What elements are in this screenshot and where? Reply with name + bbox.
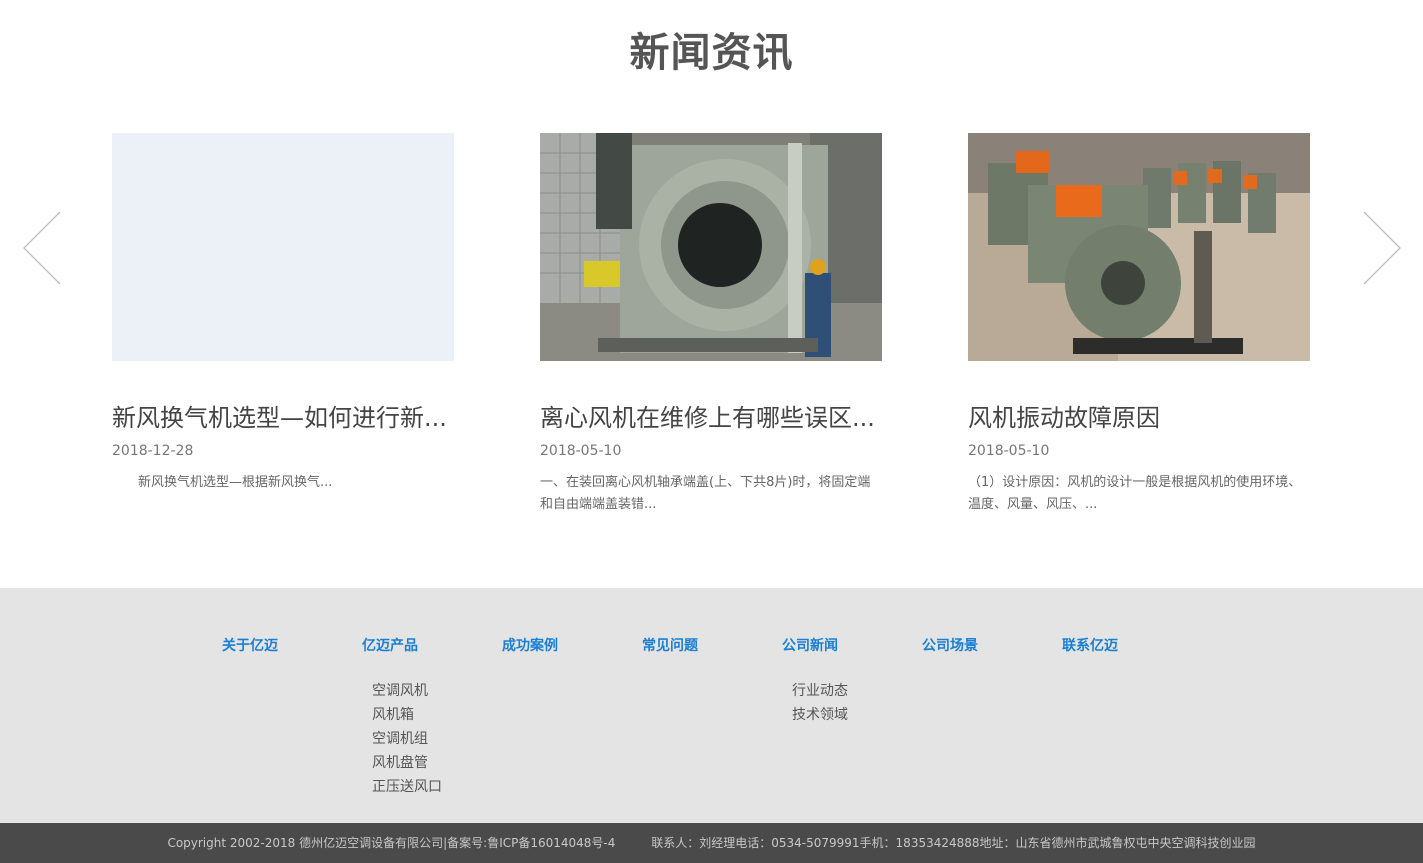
footer-subnav-item[interactable]: 风机箱 xyxy=(362,703,502,727)
copyright-bar: Copyright 2002-2018 德州亿迈空调设备有限公司|备案号:鲁IC… xyxy=(0,823,1423,863)
footer-nav-column: 公司新闻 行业动态 技术领域 xyxy=(782,636,922,727)
news-section: 新闻资讯 新风换气机选型—如何进行新... 2018-12-28 新风换气机选型… xyxy=(0,0,1423,588)
news-title[interactable]: 新风换气机选型—如何进行新... xyxy=(112,403,454,433)
footer-subnav-item[interactable]: 行业动态 xyxy=(782,679,922,703)
footer-nav-about[interactable]: 关于亿迈 xyxy=(222,636,362,656)
footer-nav-column: 成功案例 xyxy=(502,636,642,679)
footer-nav-column: 关于亿迈 xyxy=(222,636,362,679)
news-card: 风机振动故障原因 2018-05-10 （1）设计原因：风机的设计一般是根据风机… xyxy=(968,133,1310,516)
footer-subnav-item[interactable]: 风机盘管 xyxy=(362,751,502,775)
footer-nav-faq[interactable]: 常见问题 xyxy=(642,636,782,656)
section-title: 新闻资讯 xyxy=(629,30,794,76)
news-thumbnail-fan-photo[interactable] xyxy=(968,133,1310,361)
footer-nav-company-news[interactable]: 公司新闻 xyxy=(782,636,922,656)
news-date: 2018-05-10 xyxy=(968,443,1050,459)
news-thumbnail-placeholder[interactable] xyxy=(112,133,454,361)
footer-subnav-item[interactable]: 空调机组 xyxy=(362,727,502,751)
copyright-text: Copyright 2002-2018 德州亿迈空调设备有限公司|备案号:鲁IC… xyxy=(167,836,616,850)
news-summary: （1）设计原因：风机的设计一般是根据风机的使用环境、温度、风量、风压、... xyxy=(968,475,1302,512)
footer-nav-company-scenes[interactable]: 公司场景 xyxy=(922,636,1062,656)
footer-nav-column: 亿迈产品 空调风机 风机箱 空调机组 风机盘管 正压送风口 xyxy=(362,636,502,799)
news-date: 2018-05-10 xyxy=(540,443,622,459)
contact-info: 联系人：刘经理电话：0534-5079991手机：18353424888地址：山… xyxy=(651,836,1256,850)
carousel-prev-arrow-icon[interactable] xyxy=(20,208,64,288)
carousel-next-arrow-icon[interactable] xyxy=(1360,208,1404,288)
news-card: 离心风机在维修上有哪些误区... 2018-05-10 一、在装回离心风机轴承端… xyxy=(540,133,882,516)
news-title[interactable]: 离心风机在维修上有哪些误区... xyxy=(540,403,882,433)
news-summary: 新风换气机选型—根据新风换气... xyxy=(138,475,333,490)
news-thumbnail-fan-photo[interactable] xyxy=(540,133,882,361)
news-date: 2018-12-28 xyxy=(112,443,194,459)
footer-nav-column: 公司场景 xyxy=(922,636,1062,679)
news-title[interactable]: 风机振动故障原因 xyxy=(968,403,1310,433)
footer-subnav-item[interactable]: 技术领域 xyxy=(782,703,922,727)
footer-nav: 关于亿迈 亿迈产品 空调风机 风机箱 空调机组 风机盘管 正压送风口 成功案例 … xyxy=(0,588,1423,823)
footer-nav-column: 常见问题 xyxy=(642,636,782,679)
footer-nav-cases[interactable]: 成功案例 xyxy=(502,636,642,656)
footer-subnav-item[interactable]: 空调风机 xyxy=(362,679,502,703)
footer-nav-products[interactable]: 亿迈产品 xyxy=(362,636,502,656)
footer-nav-column: 联系亿迈 xyxy=(1062,636,1202,679)
news-summary: 一、在装回离心风机轴承端盖(上、下共8片)时，将固定端和自由端端盖装错... xyxy=(540,475,871,512)
footer-subnav-item[interactable]: 正压送风口 xyxy=(362,775,502,799)
news-card: 新风换气机选型—如何进行新... 2018-12-28 新风换气机选型—根据新风… xyxy=(112,133,454,494)
footer-nav-contact[interactable]: 联系亿迈 xyxy=(1062,636,1202,656)
